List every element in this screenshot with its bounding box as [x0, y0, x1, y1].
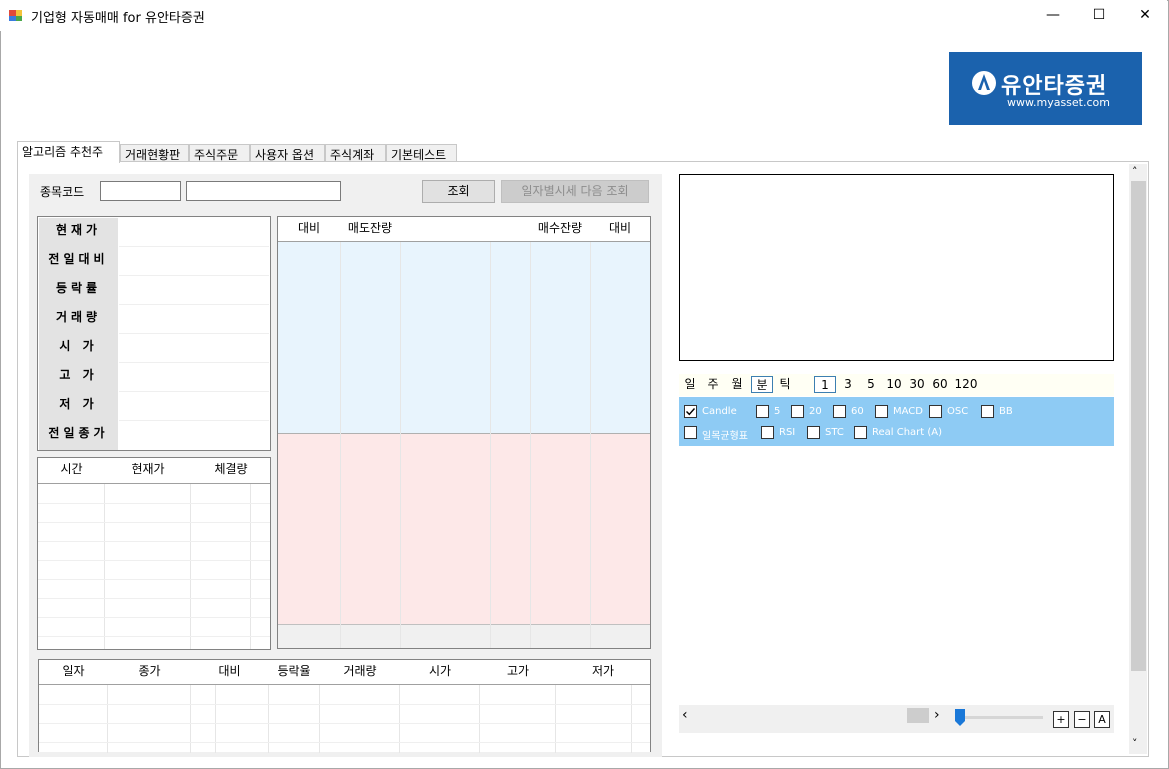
logo-url-text: www.myasset.com [1007, 96, 1110, 109]
maximize-button[interactable]: ☐ [1076, 0, 1122, 31]
orderbook-footer [278, 624, 650, 648]
ma60-label: 60 [851, 406, 864, 417]
chart-scroll-bar: ‹ › + − A [679, 705, 1114, 733]
window-title: 기업형 자동매매 for 유안타증권 [31, 11, 205, 26]
check-icon [686, 408, 696, 416]
daily-header-volume: 거래량 [343, 664, 377, 678]
ma5-checkbox[interactable] [756, 405, 769, 418]
scroll-left-button[interactable]: ‹ [682, 707, 688, 723]
orderbook-header-ask-change: 대비 [297, 221, 321, 235]
ma60-checkbox[interactable] [833, 405, 846, 418]
orderbook-header: 대비 매도잔량 매수잔량 대비 [278, 217, 650, 242]
title-bar: 기업형 자동매매 for 유안타증권 — ☐ ✕ [0, 0, 1167, 31]
daily-header-change: 대비 [218, 664, 241, 678]
interval-10-button[interactable]: 10 [884, 376, 904, 393]
macd-checkbox[interactable] [875, 405, 888, 418]
stock-code-label: 종목코드 [40, 185, 85, 199]
macd-label: MACD [893, 406, 923, 417]
osc-label: OSC [947, 406, 969, 417]
daily-next-query-button[interactable]: 일자별시세 다음 조회 [501, 180, 649, 203]
period-tick-button[interactable]: 틱 [778, 376, 792, 393]
period-week-button[interactable]: 주 [706, 376, 720, 393]
app-icon [9, 8, 23, 22]
ticks-header: 시간 현재가 체결량 [38, 458, 270, 484]
orderbook-ask-area [278, 242, 650, 433]
quote-label-rate: 등락률 [39, 279, 118, 296]
indicator-panel: Candle 5 20 60 MACD OSC BB 일목균형표 RSI STC… [679, 397, 1114, 446]
candle-label: Candle [702, 406, 737, 417]
quote-grid: 현재가 전일대비 등락률 거래량 시 가 고 가 저 가 전일종가 [37, 216, 271, 451]
minimize-button[interactable]: — [1030, 0, 1076, 31]
scroll-up-button[interactable]: ˄ [1132, 165, 1138, 178]
daily-header-close: 종가 [138, 664, 161, 678]
zoom-in-button[interactable]: + [1053, 711, 1069, 728]
orderbook-header-bid-qty: 매수잔량 [537, 221, 583, 235]
period-month-button[interactable]: 월 [729, 376, 745, 393]
stock-name-input[interactable] [186, 181, 341, 201]
interval-3-button[interactable]: 3 [841, 376, 855, 393]
ticks-header-volume: 체결량 [214, 462, 248, 476]
chart-canvas[interactable] [679, 174, 1114, 361]
tab-algorithm-picks[interactable]: 알고리즘 추천주 [17, 141, 120, 163]
interval-30-button[interactable]: 30 [907, 376, 927, 393]
real-chart-checkbox[interactable] [854, 426, 867, 439]
vertical-scroll-thumb[interactable] [1131, 181, 1146, 671]
quote-label-high: 고 가 [39, 366, 118, 383]
brand-logo: 유안타증권 www.myasset.com [949, 52, 1142, 125]
period-toolbar: 일 주 월 분 틱 1 3 5 10 30 60 120 [679, 374, 1114, 396]
daily-header-high: 고가 [506, 664, 530, 678]
real-chart-label: Real Chart (A) [872, 427, 943, 438]
scroll-right-button[interactable]: › [934, 707, 940, 723]
quote-label-volume: 거래량 [39, 308, 118, 325]
daily-header-date: 일자 [62, 664, 85, 678]
quote-label-low: 저 가 [39, 395, 118, 412]
orderbook-header-ask-qty: 매도잔량 [347, 221, 393, 235]
orderbook-bid-area [278, 433, 650, 624]
interval-60-button[interactable]: 60 [930, 376, 950, 393]
interval-1-button[interactable]: 1 [814, 376, 836, 393]
ticks-header-time: 시간 [60, 462, 83, 476]
zoom-slider-track[interactable] [959, 716, 1043, 719]
orderbook-header-bid-change: 대비 [608, 221, 632, 235]
quote-label-current-price: 현재가 [39, 221, 118, 238]
quote-label-prev-close: 전일종가 [39, 424, 118, 441]
osc-checkbox[interactable] [929, 405, 942, 418]
zoom-auto-button[interactable]: A [1094, 711, 1110, 728]
bb-label: BB [999, 406, 1013, 417]
stc-checkbox[interactable] [807, 426, 820, 439]
candle-checkbox[interactable] [684, 405, 697, 418]
ma5-label: 5 [774, 406, 781, 417]
ticks-grid[interactable]: 시간 현재가 체결량 [37, 457, 271, 650]
stc-label: STC [825, 427, 844, 438]
daily-header-low: 저가 [591, 664, 615, 678]
ticks-header-price: 현재가 [131, 462, 165, 476]
tab-strip: 알고리즘 추천주 거래현황판 주식주문 사용자 옵션 주식계좌 기본테스트 [17, 141, 517, 163]
zoom-slider-thumb[interactable] [955, 709, 965, 727]
ichimoku-label: 일목균형표 [702, 431, 748, 442]
ichimoku-checkbox[interactable] [684, 426, 697, 439]
interval-5-button[interactable]: 5 [864, 376, 878, 393]
orderbook-grid[interactable]: 대비 매도잔량 매수잔량 대비 [277, 216, 651, 649]
daily-header: 일자 종가 대비 등락율 거래량 시가 고가 저가 [39, 660, 650, 685]
period-minute-button[interactable]: 분 [751, 376, 773, 393]
scroll-down-button[interactable]: ˅ [1132, 737, 1138, 750]
stock-code-input[interactable] [100, 181, 181, 201]
interval-120-button[interactable]: 120 [954, 376, 978, 393]
quote-label-open: 시 가 [39, 337, 118, 354]
rsi-checkbox[interactable] [761, 426, 774, 439]
close-button[interactable]: ✕ [1122, 0, 1168, 31]
bb-checkbox[interactable] [981, 405, 994, 418]
scroll-thumb[interactable] [907, 708, 929, 723]
daily-header-rate: 등락율 [277, 664, 311, 678]
ma20-label: 20 [809, 406, 822, 417]
daily-price-grid[interactable]: 일자 종가 대비 등락율 거래량 시가 고가 저가 [38, 659, 651, 753]
period-day-button[interactable]: 일 [683, 376, 697, 393]
logo-emblem-icon [971, 70, 997, 96]
quote-label-change: 전일대비 [39, 250, 118, 267]
ma20-checkbox[interactable] [791, 405, 804, 418]
daily-header-open: 시가 [428, 664, 452, 678]
query-button[interactable]: 조회 [422, 180, 495, 203]
rsi-label: RSI [779, 427, 796, 438]
zoom-out-button[interactable]: − [1074, 711, 1090, 728]
